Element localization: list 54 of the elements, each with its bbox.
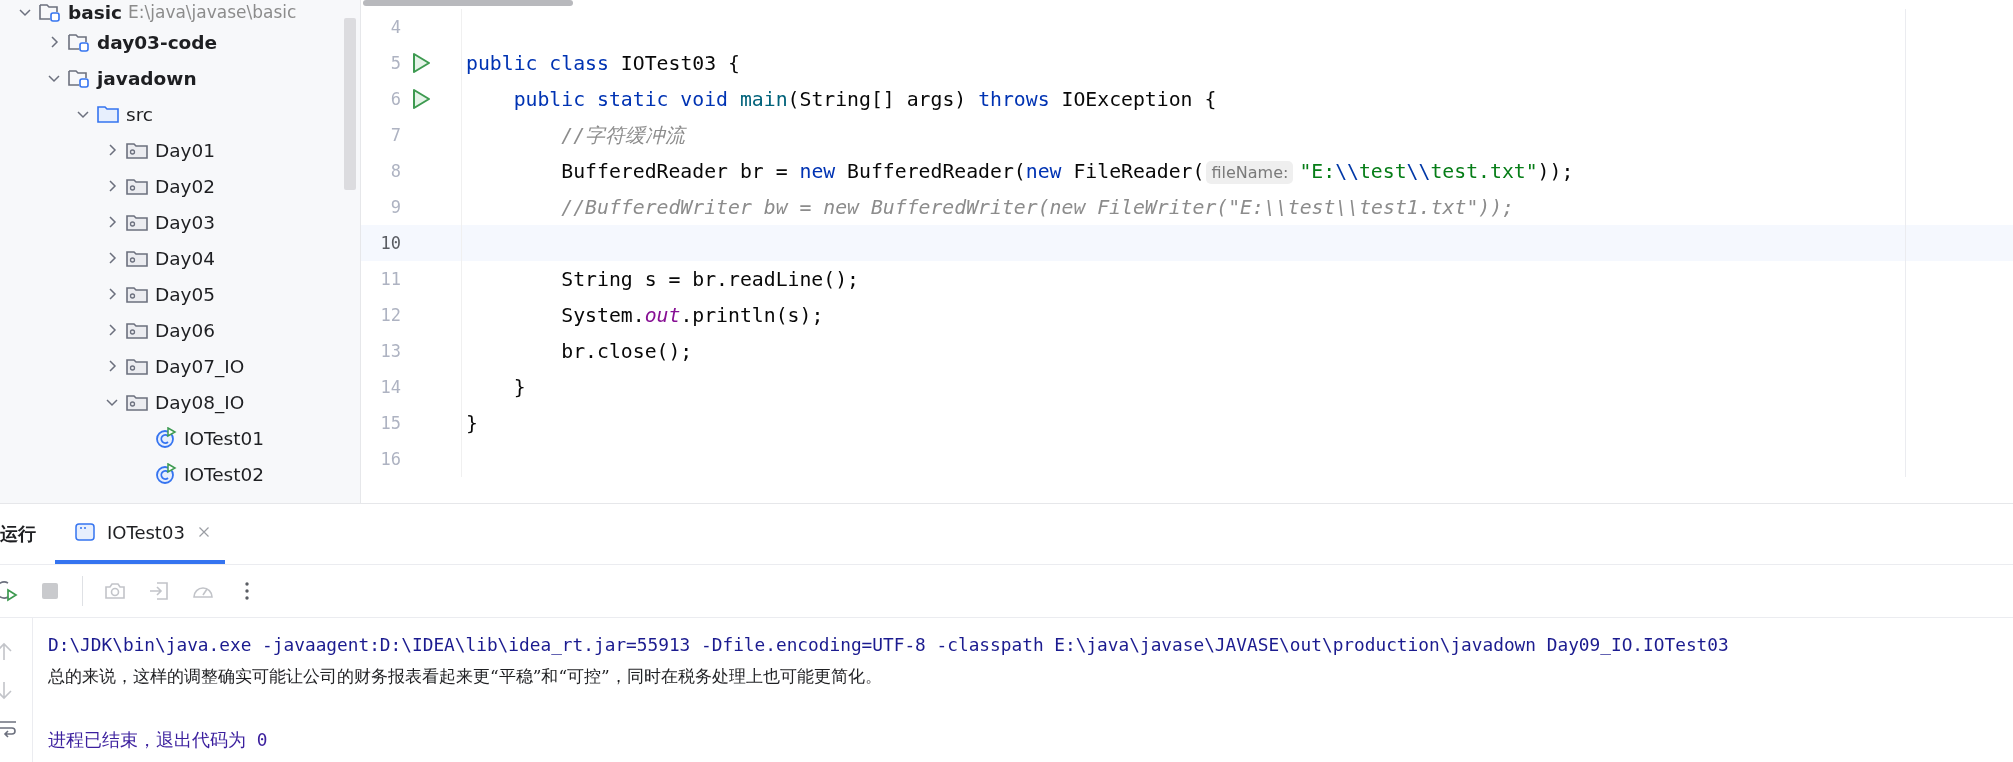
class-icon bbox=[154, 427, 178, 449]
scrollbar-thumb[interactable] bbox=[363, 0, 573, 6]
console-line: D:\JDK\bin\java.exe -javaagent:D:\IDEA\lib\idea_rt.jar=55913 -Dfile.encoding=UTF-8 -classpath E:\java\javase\JAVASE\out\production\javadown Day09_IO.IOTest03 bbox=[48, 633, 1729, 655]
line-number: 7 bbox=[389, 125, 401, 145]
run-icon[interactable] bbox=[411, 52, 431, 74]
tree-item-label[interactable]: Day04 bbox=[155, 247, 216, 269]
line-number: 10 bbox=[379, 233, 401, 253]
tree-item-label[interactable]: day03-code bbox=[97, 31, 218, 53]
tree-item-label[interactable]: IOTest02 bbox=[184, 463, 264, 485]
module-folder-icon bbox=[67, 67, 91, 89]
line-number: 8 bbox=[389, 161, 401, 181]
line-number: 9 bbox=[389, 197, 401, 217]
code-line: public class IOTest03 { bbox=[466, 51, 740, 75]
run-tab[interactable]: IOTest03 bbox=[55, 504, 225, 564]
module-folder-icon bbox=[67, 31, 91, 53]
console-line: 进程已结束，退出代码为 0 bbox=[48, 728, 268, 752]
code-line: String s = br.readLine(); bbox=[560, 267, 859, 291]
tree-item-label[interactable]: Day05 bbox=[155, 283, 216, 305]
line-number: 11 bbox=[379, 269, 401, 289]
rerun-icon[interactable] bbox=[0, 579, 18, 603]
code-line: System.out.println(s); bbox=[560, 303, 824, 327]
scrollbar-thumb[interactable] bbox=[344, 18, 356, 190]
tree-item-label[interactable]: basic bbox=[68, 1, 123, 23]
tree-item-label[interactable]: Day07_IO bbox=[155, 355, 245, 377]
line-number: 6 bbox=[389, 89, 401, 109]
code-line: public static void main(String[] args) throws IOException { bbox=[512, 87, 1217, 111]
line-number: 5 bbox=[389, 53, 401, 73]
line-number: 12 bbox=[379, 305, 401, 325]
code-line: } bbox=[466, 411, 478, 435]
tree-item-label[interactable]: src bbox=[126, 103, 153, 125]
console-line: 总的来说，这样的调整确实可能让公司的财务报表看起来更“平稳”和“可控”，同时在税务处理上也可能更简化。 bbox=[48, 664, 882, 688]
run-icon[interactable] bbox=[411, 88, 431, 110]
line-number: 15 bbox=[379, 413, 401, 433]
code-line: //BufferedWriter bw = new BufferedWriter(new FileWriter("E:\\test\\test1.txt")); bbox=[560, 195, 1515, 219]
tree-item-label[interactable]: Day06 bbox=[155, 319, 216, 341]
code-line: BufferedReader br = new BufferedReader(new FileReader( fileName: "E:\\test\\test.txt")); bbox=[560, 159, 1574, 183]
code-line: } bbox=[512, 375, 526, 399]
folder-icon bbox=[96, 103, 120, 125]
tree-item-label[interactable]: Day08_IO bbox=[155, 391, 245, 413]
tree-item-label[interactable]: IOTest01 bbox=[184, 427, 264, 449]
code-line: br.close(); bbox=[560, 339, 693, 363]
tree-item-label[interactable]: javadown bbox=[97, 67, 197, 89]
panel-title: 运行 bbox=[0, 522, 37, 546]
line-number: 13 bbox=[379, 341, 401, 361]
tree-item-label[interactable]: Day03 bbox=[155, 211, 216, 233]
code-line: //字符缓冲流 bbox=[560, 122, 686, 149]
tree-item-label[interactable]: Day01 bbox=[155, 139, 216, 161]
window-icon bbox=[73, 520, 97, 544]
class-icon bbox=[154, 463, 178, 485]
line-number: 16 bbox=[379, 449, 401, 469]
module-path: E:\java\javase\basic bbox=[128, 2, 297, 22]
tree-item-label[interactable]: Day02 bbox=[155, 175, 216, 197]
line-number: 4 bbox=[389, 17, 401, 37]
line-number: 14 bbox=[379, 377, 401, 397]
